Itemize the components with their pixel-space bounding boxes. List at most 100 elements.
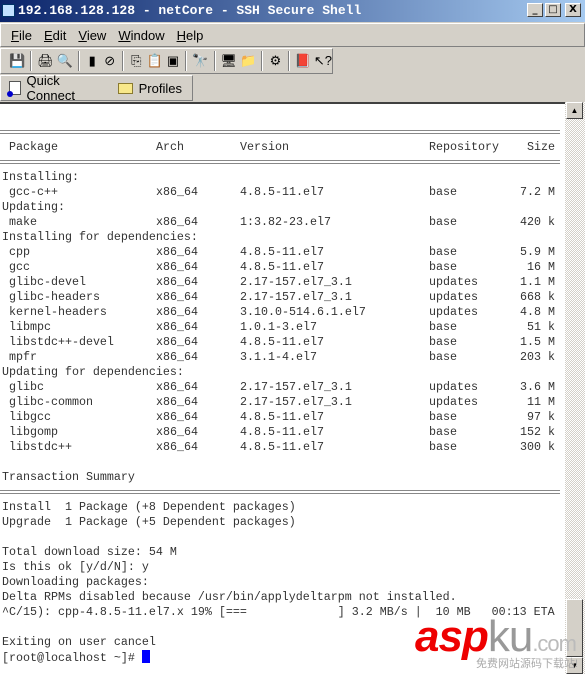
new-terminal-icon[interactable]: 🖥 bbox=[221, 52, 238, 70]
menu-label: indow bbox=[130, 27, 165, 43]
connect-icon[interactable]: ▮ bbox=[85, 52, 100, 70]
repository-cell: base bbox=[429, 410, 457, 424]
arch-cell: x86_64 bbox=[156, 215, 198, 229]
arch-cell: x86_64 bbox=[156, 260, 198, 274]
title-bar: 192.168.128.128 - netCore - SSH Secure S… bbox=[0, 0, 585, 22]
package-row: libstdc++ x86_64 4.8.5-11.el7 base 300 k bbox=[2, 440, 562, 455]
toolbar-separator bbox=[77, 51, 80, 71]
arch-cell: x86_64 bbox=[156, 305, 198, 319]
version-cell: 2.17-157.el7_3.1 bbox=[240, 275, 352, 289]
separator-line bbox=[0, 490, 560, 494]
toolbar-separator bbox=[261, 51, 264, 71]
print-icon[interactable]: 🖨 bbox=[37, 52, 54, 70]
help-book-icon[interactable]: 📕 bbox=[295, 52, 311, 70]
settings-icon[interactable]: ⚙ bbox=[268, 52, 283, 70]
disconnect-icon[interactable]: ⊘ bbox=[102, 52, 117, 70]
repository-cell: updates bbox=[429, 395, 478, 409]
find-icon[interactable]: 🔭 bbox=[192, 52, 208, 70]
package-cell: glibc bbox=[9, 380, 44, 394]
package-cell: glibc-headers bbox=[9, 290, 100, 304]
version-cell: 4.8.5-11.el7 bbox=[240, 440, 324, 454]
package-cell: libstdc++ bbox=[9, 440, 72, 454]
menu-edit[interactable]: Edit bbox=[44, 28, 66, 43]
version-cell: 1.0.1-3.el7 bbox=[240, 320, 317, 334]
menu-label: iew bbox=[86, 27, 107, 43]
package-row: cpp x86_64 4.8.5-11.el7 base 5.9 M bbox=[2, 245, 562, 260]
package-cell: glibc-common bbox=[9, 395, 93, 409]
size-cell: 7.2 M bbox=[520, 185, 555, 199]
save-icon[interactable]: 💾 bbox=[9, 52, 25, 70]
version-cell: 2.17-157.el7_3.1 bbox=[240, 395, 352, 409]
package-cell: make bbox=[9, 215, 37, 229]
size-cell: 51 k bbox=[527, 320, 555, 334]
package-row: libstdc++-devel x86_64 4.8.5-11.el7 base 1.5… bbox=[2, 335, 562, 350]
app-icon[interactable] bbox=[2, 4, 15, 17]
package-cell: libgomp bbox=[9, 425, 58, 439]
repository-cell: base bbox=[429, 335, 457, 349]
toolbar: 💾 🖨 🔍 ▮ ⊘ ⎘ 📋 ▣ 🔭 🖥 📁 ⚙ 📕 ↖? bbox=[0, 48, 333, 74]
copy-icon[interactable]: ⎘ bbox=[129, 52, 144, 70]
version-cell: 4.8.5-11.el7 bbox=[240, 335, 324, 349]
arch-cell: x86_64 bbox=[156, 185, 198, 199]
toolbar-separator bbox=[213, 51, 216, 71]
arch-cell: x86_64 bbox=[156, 245, 198, 259]
version-cell: 4.8.5-11.el7 bbox=[240, 410, 324, 424]
repository-cell: base bbox=[429, 440, 457, 454]
menu-file[interactable]: File bbox=[11, 28, 32, 43]
paste-disabled-icon[interactable]: ▣ bbox=[166, 52, 181, 70]
size-cell: 300 k bbox=[520, 440, 555, 454]
profiles-button[interactable]: Profiles bbox=[117, 81, 182, 96]
menu-view[interactable]: View bbox=[78, 28, 106, 43]
context-help-icon[interactable]: ↖? bbox=[314, 52, 332, 70]
arch-cell: x86_64 bbox=[156, 290, 198, 304]
menu-label: ile bbox=[18, 27, 32, 43]
table-header: Package Arch Version Repository Size bbox=[2, 140, 562, 155]
header-package: Package bbox=[9, 140, 58, 154]
header-version: Version bbox=[240, 140, 289, 154]
package-row: kernel-headers x86_64 3.10.0-514.6.1.el7 up… bbox=[2, 305, 562, 320]
terminal[interactable]: Package Arch Version Repository Size Installi… bbox=[0, 102, 565, 674]
package-row: gcc x86_64 4.8.5-11.el7 base 16 M bbox=[2, 260, 562, 275]
menu-label: elp bbox=[185, 27, 204, 43]
package-cell: gcc bbox=[9, 260, 30, 274]
package-row: mpfr x86_64 3.1.1-4.el7 base 203 k bbox=[2, 350, 562, 365]
maximize-button[interactable]: □ bbox=[545, 3, 561, 17]
package-row: gcc-c++ x86_64 4.8.5-11.el7 base 7.2 M bbox=[2, 185, 562, 200]
version-cell: 3.1.1-4.el7 bbox=[240, 350, 317, 364]
window-title: 192.168.128.128 - netCore - SSH Secure S… bbox=[18, 3, 362, 18]
vertical-scrollbar[interactable]: ▲ ▼ bbox=[565, 102, 585, 674]
summary-title: Transaction Summary bbox=[2, 470, 135, 484]
quick-connect-button[interactable]: Quick Connect bbox=[7, 73, 108, 103]
arch-cell: x86_64 bbox=[156, 275, 198, 289]
menu-help[interactable]: Help bbox=[177, 28, 204, 43]
size-cell: 4.8 M bbox=[520, 305, 555, 319]
arch-cell: x86_64 bbox=[156, 380, 198, 394]
version-cell: 2.17-157.el7_3.1 bbox=[240, 380, 352, 394]
repository-cell: updates bbox=[429, 380, 478, 394]
package-cell: gcc-c++ bbox=[9, 185, 58, 199]
minimize-button[interactable]: _ bbox=[527, 3, 543, 17]
separator-line bbox=[0, 130, 560, 134]
close-button[interactable]: X bbox=[565, 3, 581, 17]
version-cell: 4.8.5-11.el7 bbox=[240, 185, 324, 199]
package-cell: glibc-devel bbox=[9, 275, 86, 289]
repository-cell: base bbox=[429, 215, 457, 229]
repository-cell: base bbox=[429, 245, 457, 259]
repository-cell: base bbox=[429, 260, 457, 274]
scroll-up-button[interactable]: ▲ bbox=[566, 102, 583, 119]
size-cell: 420 k bbox=[520, 215, 555, 229]
version-cell: 3.10.0-514.6.1.el7 bbox=[240, 305, 366, 319]
size-cell: 1.1 M bbox=[520, 275, 555, 289]
version-cell: 2.17-157.el7_3.1 bbox=[240, 290, 352, 304]
package-cell: libstdc++-devel bbox=[9, 335, 114, 349]
output-line: Is this ok [y/d/N]: y bbox=[2, 560, 149, 574]
menu-window[interactable]: Window bbox=[118, 28, 164, 43]
new-file-transfer-icon[interactable]: 📁 bbox=[240, 52, 256, 70]
package-row: glibc-devel x86_64 2.17-157.el7_3.1 updates… bbox=[2, 275, 562, 290]
paste-icon[interactable]: 📋 bbox=[147, 52, 163, 70]
connection-bar: Quick Connect Profiles bbox=[0, 73, 193, 103]
print-preview-icon[interactable]: 🔍 bbox=[57, 52, 73, 70]
size-cell: 16 M bbox=[527, 260, 555, 274]
repository-cell: updates bbox=[429, 305, 478, 319]
